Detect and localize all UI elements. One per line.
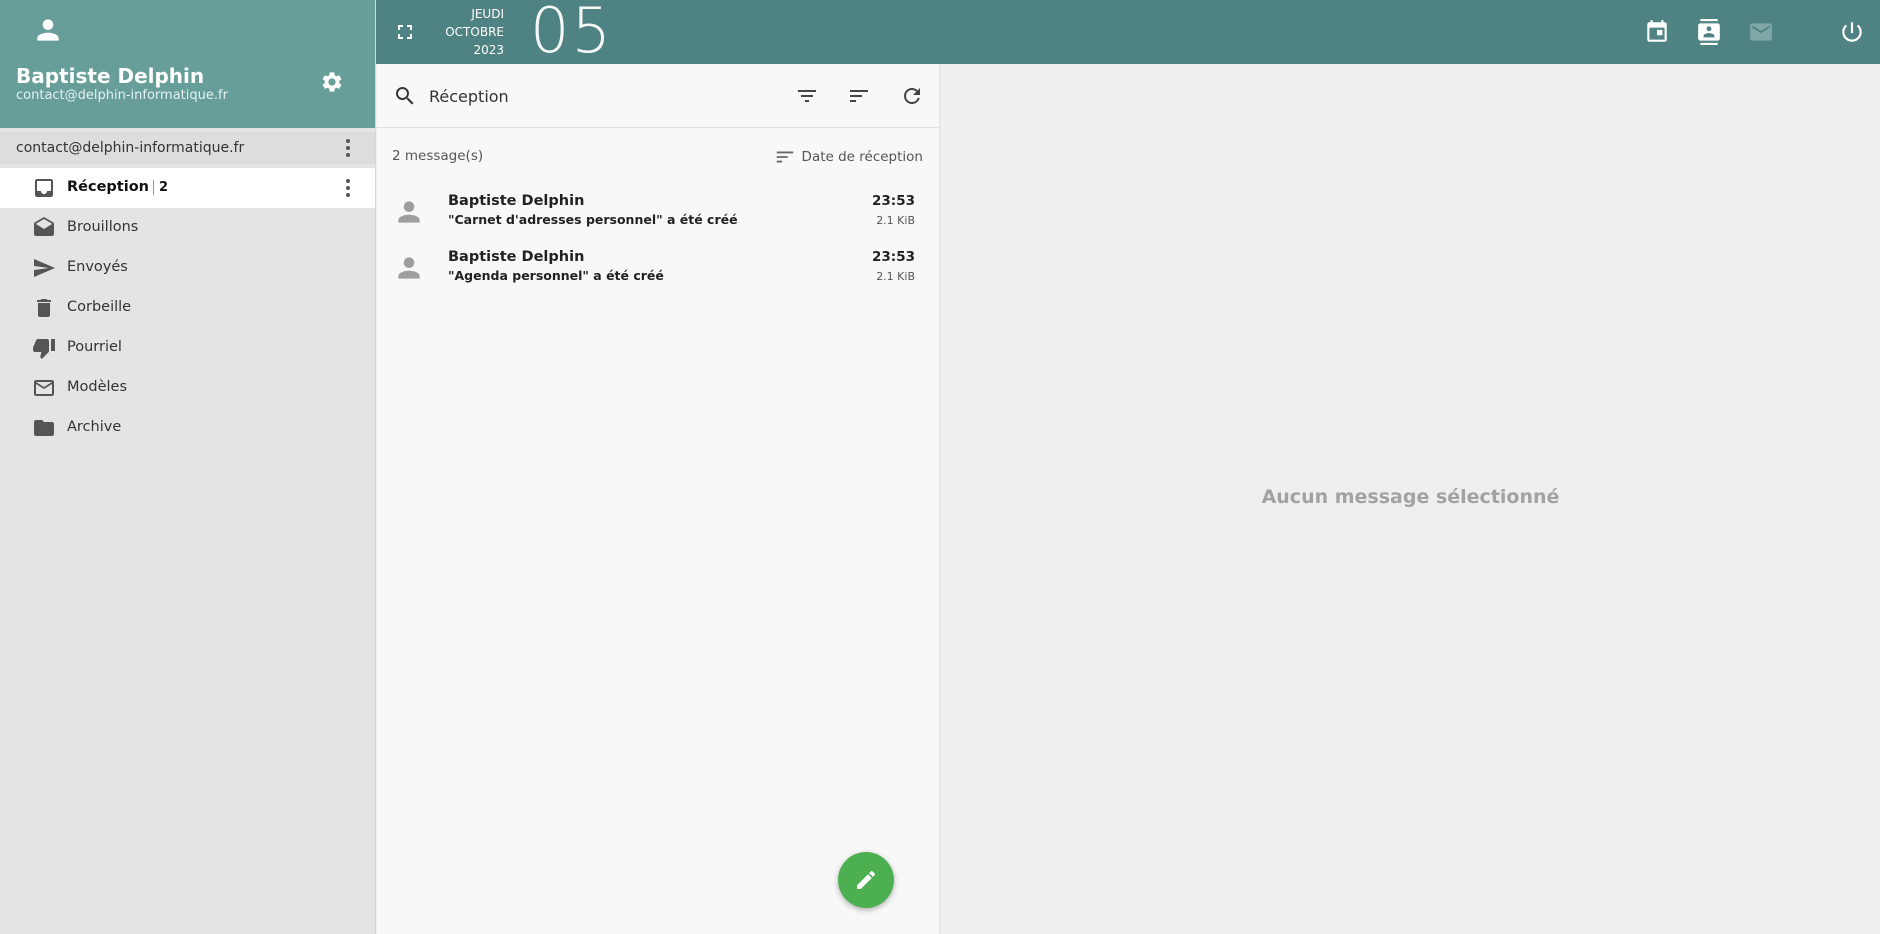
sort-by-button[interactable]: Date de réception [774,146,923,168]
message-sender: Baptiste Delphin [448,249,585,265]
search-bar [377,64,939,128]
list-info-bar: 2 message(s) Date de réception [377,128,939,184]
empty-reading-text: Aucun message sélectionné [1261,486,1560,508]
date-weekday: JEUDI [471,7,504,21]
folder-item-pourriel[interactable]: Pourriel [0,328,375,368]
date-year: 2023 [473,43,504,57]
mail-outline-icon [32,376,56,400]
folder-label: Corbeille [67,299,132,315]
message-subject: "Carnet d'adresses personnel" a été créé [448,212,738,227]
fullscreen-icon[interactable] [393,20,417,44]
folder-list: Réception 2 Brouillons Envoyés Corbeille [0,168,375,448]
message-list-panel: 2 message(s) Date de réception Baptiste … [377,64,940,934]
user-header: Baptiste Delphin contact@delphin-informa… [0,0,375,128]
account-more-icon[interactable] [336,136,360,160]
folder-label: Envoyés [67,259,128,275]
settings-gear-icon[interactable] [320,70,344,94]
pencil-icon [854,868,878,892]
folder-item-reception[interactable]: Réception 2 [0,168,375,208]
folder-label: Brouillons [67,219,139,235]
user-name: Baptiste Delphin [16,64,205,88]
message-count: 2 message(s) [392,148,484,164]
trash-icon [32,296,56,320]
message-size: 2.1 KiB [876,214,915,227]
sort-icon[interactable] [847,84,871,108]
user-email: contact@delphin-informatique.fr [16,88,228,103]
filter-icon[interactable] [795,84,819,108]
folder-more-icon[interactable] [336,176,360,200]
message-sender: Baptiste Delphin [448,193,585,209]
folder-item-corbeille[interactable]: Corbeille [0,288,375,328]
sort-lines-icon [774,146,796,168]
message-row[interactable]: Baptiste Delphin "Agenda personnel" a ét… [377,240,939,296]
message-size: 2.1 KiB [876,270,915,283]
folder-item-modeles[interactable]: Modèles [0,368,375,408]
search-icon[interactable] [393,84,417,108]
sender-avatar-icon [393,252,425,284]
date-text: JEUDI OCTOBRE 2023 [438,5,504,59]
message-time: 23:53 [872,193,915,209]
top-bar: JEUDI OCTOBRE 2023 05 [376,0,1880,67]
sort-label: Date de réception [801,149,923,165]
mail-icon[interactable] [1748,19,1774,45]
message-subject: "Agenda personnel" a été créé [448,268,664,283]
power-icon[interactable] [1839,19,1865,45]
compose-button[interactable] [838,852,894,908]
folder-label: Pourriel [67,339,122,355]
sender-avatar-icon [393,196,425,228]
date-month: OCTOBRE [445,25,504,39]
folder-icon [32,416,56,440]
refresh-icon[interactable] [900,84,924,108]
folder-label: Réception [67,179,149,195]
reading-pane: Aucun message sélectionné [941,64,1880,934]
calendar-icon[interactable] [1644,19,1670,45]
folder-item-brouillons[interactable]: Brouillons [0,208,375,248]
user-avatar-icon [32,14,64,46]
folder-label: Modèles [67,379,128,395]
account-row[interactable]: contact@delphin-informatique.fr [0,132,375,164]
folder-label: Archive [67,419,122,435]
search-input[interactable] [429,84,629,108]
sidebar: Baptiste Delphin contact@delphin-informa… [0,0,376,934]
date-day: 05 [530,0,613,67]
message-row[interactable]: Baptiste Delphin "Carnet d'adresses pers… [377,184,939,240]
account-email: contact@delphin-informatique.fr [16,140,245,156]
unread-count-badge: 2 [153,180,169,195]
message-time: 23:53 [872,249,915,265]
inbox-icon [32,176,56,200]
contacts-icon[interactable] [1696,19,1722,45]
send-icon [32,256,56,280]
folder-item-envoyes[interactable]: Envoyés [0,248,375,288]
drafts-icon [32,216,56,240]
thumb-down-icon [32,336,56,360]
folder-item-archive[interactable]: Archive [0,408,375,448]
